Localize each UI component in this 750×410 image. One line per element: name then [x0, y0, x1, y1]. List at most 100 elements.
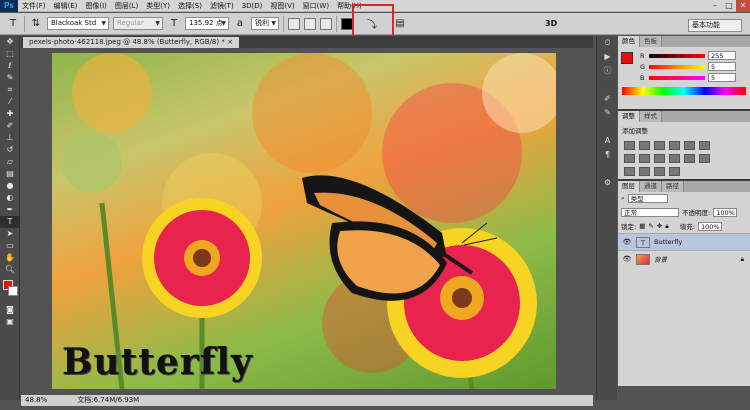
character-panel-icon[interactable]: A — [597, 134, 618, 148]
photo-filter-icon[interactable] — [654, 154, 665, 163]
layer-filter-select[interactable]: 类型 — [627, 194, 668, 203]
lock-position-icon[interactable]: ✥ — [657, 222, 662, 230]
workspace-select[interactable]: 基本功能 — [688, 19, 742, 32]
font-family-select[interactable]: Blackoak Std ▼ — [47, 17, 109, 30]
color-balance-icon[interactable] — [624, 154, 635, 163]
path-select-tool-icon[interactable]: ➤ — [0, 228, 20, 240]
r-slider[interactable] — [649, 53, 705, 58]
eye-icon[interactable]: 👁︎ — [622, 238, 632, 246]
g-slider[interactable] — [649, 64, 705, 69]
antialias-select[interactable]: 锐利 ▼ — [251, 17, 279, 30]
blur-tool-icon[interactable]: ● — [0, 180, 20, 192]
hue-saturation-icon[interactable] — [699, 141, 710, 150]
maximize-button[interactable]: □ — [722, 0, 736, 12]
foreground-color-swatch[interactable] — [621, 52, 633, 64]
curves-icon[interactable] — [654, 141, 665, 150]
align-right-icon[interactable] — [320, 17, 332, 30]
minimize-button[interactable]: – — [708, 0, 722, 12]
hand-tool-icon[interactable]: ✋ — [0, 252, 20, 264]
posterize-icon[interactable] — [624, 167, 635, 176]
tab-layers[interactable]: 图层 — [618, 181, 640, 192]
shape-tool-icon[interactable]: ▭ — [0, 240, 20, 252]
screen-mode-icon[interactable]: ▣ — [0, 316, 20, 328]
healing-brush-tool-icon[interactable]: ✚ — [0, 108, 20, 120]
type-tool-icon[interactable]: T — [6, 17, 20, 31]
menu-window[interactable]: 窗口(W) — [299, 1, 333, 11]
font-style-select[interactable]: Regular ▼ — [113, 17, 163, 30]
marquee-tool-icon[interactable]: ⬚ — [0, 48, 20, 60]
gradient-map-icon[interactable] — [654, 167, 665, 176]
menu-file[interactable]: 文件(F) — [18, 1, 50, 11]
history-brush-tool-icon[interactable]: ↺ — [0, 144, 20, 156]
invert-icon[interactable] — [699, 154, 710, 163]
quick-select-tool-icon[interactable]: ✎ — [0, 72, 20, 84]
color-lookup-icon[interactable] — [684, 154, 695, 163]
tab-adjustments[interactable]: 调整 — [618, 111, 640, 122]
close-icon[interactable]: × — [227, 38, 233, 46]
brush-panel-icon[interactable]: ✐ — [597, 92, 618, 106]
tab-swatches[interactable]: 色板 — [640, 36, 662, 47]
properties-panel-icon[interactable]: ⚙ — [597, 176, 618, 190]
history-panel-icon[interactable]: ⏲ — [597, 36, 618, 50]
info-panel-icon[interactable]: ⓘ — [597, 64, 618, 78]
tab-styles[interactable]: 样式 — [640, 111, 662, 122]
eye-icon[interactable]: 👁︎ — [622, 255, 632, 263]
font-size-select[interactable]: 135.92 点 ▼ — [185, 17, 229, 30]
exposure-icon[interactable] — [669, 141, 680, 150]
character-panel-icon[interactable]: ▤ — [393, 17, 407, 31]
close-button[interactable]: ✕ — [736, 0, 750, 12]
eraser-tool-icon[interactable]: ▱ — [0, 156, 20, 168]
color-spectrum[interactable] — [622, 87, 746, 95]
background-color-swatch[interactable] — [8, 286, 18, 296]
menu-layer[interactable]: 图层(L) — [111, 1, 142, 11]
opacity-field[interactable]: 100% — [713, 207, 738, 217]
align-center-icon[interactable] — [304, 17, 316, 30]
paragraph-panel-icon[interactable]: ¶ — [597, 148, 618, 162]
levels-icon[interactable] — [639, 141, 650, 150]
lasso-tool-icon[interactable]: ℓ — [0, 60, 20, 72]
fill-field[interactable]: 100% — [697, 221, 722, 231]
b-value-field[interactable]: 5 — [708, 73, 736, 82]
lock-paint-icon[interactable]: ✎ — [648, 222, 653, 230]
menu-type[interactable]: 类型(Y) — [142, 1, 174, 11]
tab-color[interactable]: 颜色 — [618, 36, 640, 47]
align-left-icon[interactable] — [288, 17, 300, 30]
type-tool-icon[interactable]: T — [0, 216, 20, 228]
black-white-icon[interactable] — [639, 154, 650, 163]
tab-channels[interactable]: 通道 — [640, 181, 662, 192]
brush-presets-icon[interactable]: ✎ — [597, 106, 618, 120]
menu-edit[interactable]: 编辑(E) — [50, 1, 82, 11]
menu-filter[interactable]: 滤镜(T) — [206, 1, 238, 11]
brightness-icon[interactable] — [624, 141, 635, 150]
canvas[interactable]: Butterfly — [52, 53, 556, 389]
selective-color-icon[interactable] — [669, 167, 680, 176]
pen-tool-icon[interactable]: ✒ — [0, 204, 20, 216]
layer-row[interactable]: 👁︎ T Butterfly — [618, 233, 750, 250]
document-tab[interactable]: pexels-photo-462118.jpeg @ 48.8% (Butter… — [23, 37, 239, 48]
zoom-tool-icon[interactable]: 🔍︎ — [0, 264, 20, 276]
3d-label[interactable]: 3D — [545, 19, 557, 28]
brush-tool-icon[interactable]: ✐ — [0, 120, 20, 132]
quick-mask-icon[interactable]: ◙ — [0, 304, 20, 316]
menu-select[interactable]: 选择(S) — [174, 1, 206, 11]
crop-tool-icon[interactable]: ⌗ — [0, 84, 20, 96]
b-slider[interactable] — [649, 75, 705, 80]
blend-mode-select[interactable]: 正常 — [621, 207, 679, 217]
tab-paths[interactable]: 路径 — [662, 181, 684, 192]
text-orientation-icon[interactable]: ⇅ — [29, 17, 43, 31]
clone-stamp-tool-icon[interactable]: ⊥ — [0, 132, 20, 144]
actions-panel-icon[interactable]: ▶ — [597, 50, 618, 64]
lock-pixels-icon[interactable]: ▦ — [639, 222, 645, 230]
color-swatches[interactable] — [0, 280, 19, 304]
r-value-field[interactable]: 255 — [708, 51, 736, 60]
menu-3d[interactable]: 3D(D) — [238, 2, 267, 10]
gradient-tool-icon[interactable]: ▤ — [0, 168, 20, 180]
menu-image[interactable]: 图像(I) — [81, 1, 111, 11]
move-tool-icon[interactable]: ✥ — [0, 36, 20, 48]
vibrance-icon[interactable] — [684, 141, 695, 150]
canvas-text-layer[interactable]: Butterfly — [62, 341, 253, 383]
zoom-level[interactable]: 48.8% — [25, 395, 47, 406]
g-value-field[interactable]: 5 — [708, 62, 736, 71]
dodge-tool-icon[interactable]: ◐ — [0, 192, 20, 204]
channel-mixer-icon[interactable] — [669, 154, 680, 163]
